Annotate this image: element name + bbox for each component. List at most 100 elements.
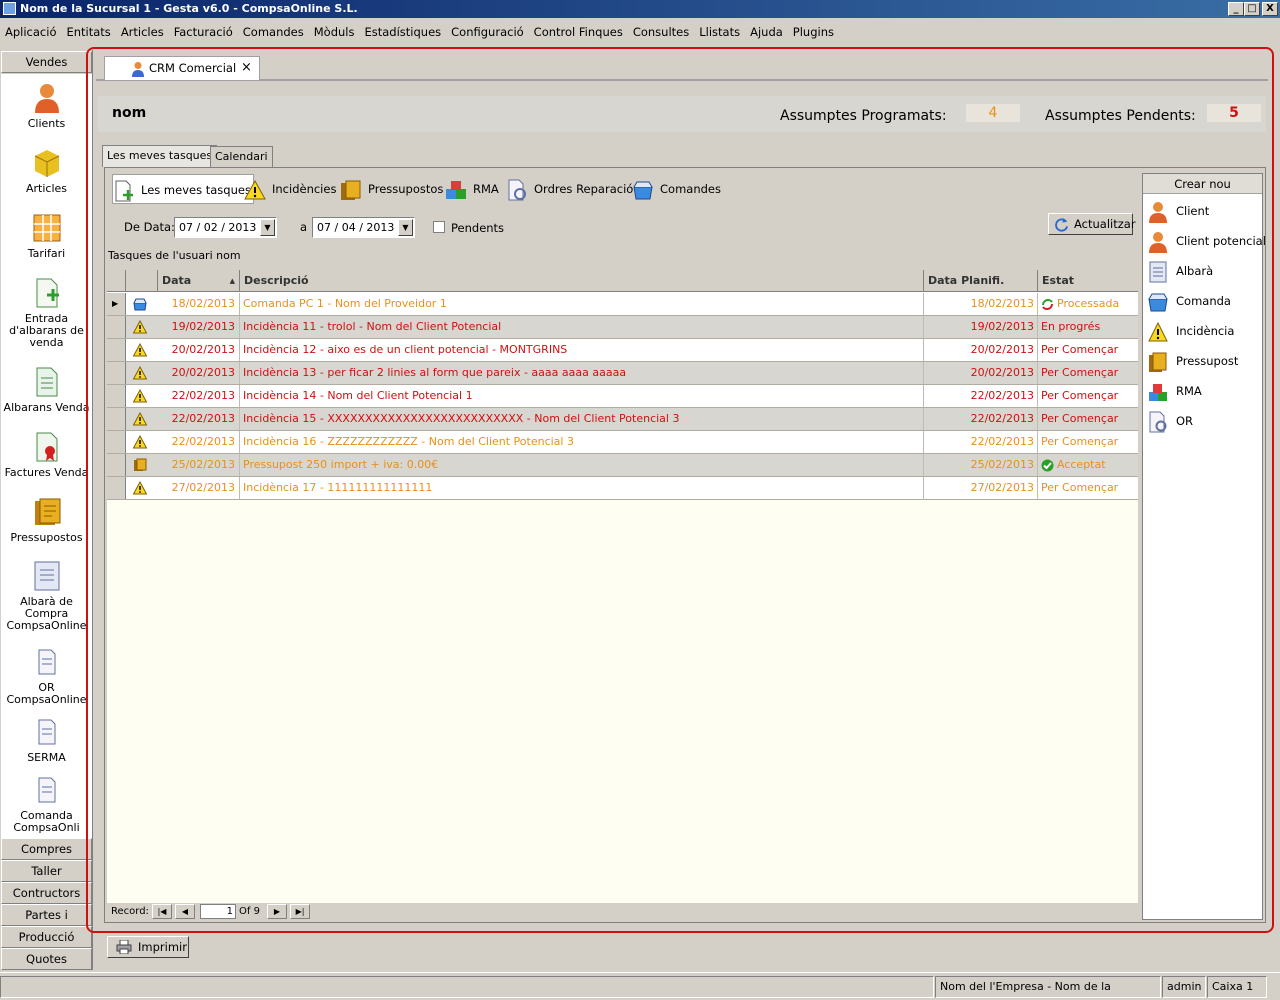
table-row[interactable]: 22/02/2013 Incidència 15 - XXXXXXXXXXXXXX… — [107, 408, 1138, 431]
section-produccio[interactable]: Producció — [1, 926, 92, 948]
row-selector[interactable] — [107, 385, 126, 407]
create-client[interactable]: Client — [1148, 199, 1209, 223]
sidebar-item-comanda[interactable]: Comanda CompsaOnli — [1, 774, 92, 834]
sidebar-item-pressupostos[interactable]: Pressupostos — [1, 496, 92, 544]
menu-control-finques[interactable]: Control Finques — [529, 19, 628, 45]
toolbar-rma[interactable]: RMA — [445, 174, 499, 204]
close-window-button[interactable]: X — [1262, 2, 1278, 16]
section-taller[interactable]: Taller — [1, 860, 92, 882]
toolbar-incidencies[interactable]: Incidències — [244, 174, 336, 204]
table-row[interactable]: 22/02/2013 Incidència 16 - ZZZZZZZZZZZZ -… — [107, 431, 1138, 454]
menu-comandes[interactable]: Comandes — [238, 19, 309, 45]
first-record-button[interactable]: |◀ — [152, 904, 172, 919]
imprimir-button[interactable]: Imprimir — [107, 936, 189, 958]
cell-date: 22/02/2013 — [158, 431, 240, 453]
row-selector[interactable] — [107, 362, 126, 384]
row-selector[interactable] — [107, 339, 126, 361]
menu-consultes[interactable]: Consultes — [628, 19, 694, 45]
header-data-planificada[interactable]: Data Planifi. — [924, 270, 1038, 292]
close-tab-icon[interactable]: × — [241, 57, 252, 79]
row-selector[interactable]: ▶ — [107, 293, 126, 315]
menu-facturacio[interactable]: Facturació — [169, 19, 238, 45]
sidebar-item-serma[interactable]: SERMA — [1, 716, 92, 764]
warning-icon — [244, 179, 266, 199]
to-date-dropdown-icon[interactable]: ▼ — [398, 219, 413, 236]
row-selector[interactable] — [107, 431, 126, 453]
create-or[interactable]: OR — [1148, 409, 1193, 433]
tab-calendari[interactable]: Calendari — [210, 146, 273, 167]
next-record-button[interactable]: ▶ — [267, 904, 287, 919]
header-data[interactable]: Data ▲ — [158, 270, 240, 292]
create-comanda[interactable]: Comanda — [1148, 289, 1231, 313]
cell-planned-date: 25/02/2013 — [924, 454, 1038, 476]
table-row[interactable]: 19/02/2013 Incidència 11 - trolol - Nom d… — [107, 316, 1138, 339]
sidebar-item-entrada-albarans[interactable]: Entrada d'albarans de venda — [1, 277, 92, 349]
prev-record-button[interactable]: ◀ — [175, 904, 195, 919]
menu-entitats[interactable]: Entitats — [61, 19, 115, 45]
from-date-dropdown-icon[interactable]: ▼ — [260, 219, 275, 236]
menu-articles[interactable]: Articles — [116, 19, 169, 45]
tab-les-meves-tasques[interactable]: Les meves tasques — [102, 145, 218, 167]
row-selector[interactable] — [107, 408, 126, 430]
menu-plugins[interactable]: Plugins — [788, 19, 839, 45]
cell-description: Incidència 13 - per ficar 2 linies al fo… — [240, 362, 924, 384]
section-compres[interactable]: Compres — [1, 838, 92, 860]
create-albara[interactable]: Albarà — [1148, 259, 1213, 283]
restore-button[interactable]: □ — [1244, 2, 1260, 16]
sidebar-item-articles[interactable]: Articles — [1, 147, 92, 195]
warning-icon — [133, 343, 147, 357]
row-selector[interactable] — [107, 477, 126, 499]
record-count: Of 9 — [239, 906, 260, 917]
record-number-input[interactable]: 1 — [200, 904, 236, 919]
table-row[interactable]: 22/02/2013 Incidència 14 - Nom del Client… — [107, 385, 1138, 408]
sidebar-item-clients[interactable]: Clients — [1, 82, 92, 130]
pendents-checkbox[interactable] — [433, 221, 445, 233]
create-rma[interactable]: RMA — [1148, 379, 1202, 403]
last-record-button[interactable]: ▶| — [290, 904, 310, 919]
section-contructors[interactable]: Contructors — [1, 882, 92, 904]
create-incidencia[interactable]: Incidència — [1148, 319, 1234, 343]
header-descripcio[interactable]: Descripció — [240, 270, 924, 292]
client-icon — [1149, 201, 1167, 223]
row-selector[interactable] — [107, 316, 126, 338]
section-quotes[interactable]: Quotes — [1, 948, 92, 970]
table-row[interactable]: 20/02/2013 Incidència 12 - aixo es de un … — [107, 339, 1138, 362]
toolbar-pressupostos[interactable]: Pressupostos — [340, 174, 443, 204]
header-estat[interactable]: Estat — [1038, 270, 1138, 292]
user-icon — [132, 62, 144, 77]
cell-description: Comanda PC 1 - Nom del Proveidor 1 — [240, 293, 924, 315]
toolbar-ordres-reparacio[interactable]: Ordres Reparació — [506, 174, 633, 204]
tab-crm-comercial[interactable]: CRM Comercial × — [104, 56, 260, 80]
table-row[interactable]: ▶ 18/02/2013 Comanda PC 1 - Nom del Provei… — [107, 293, 1138, 316]
section-vendes[interactable]: Vendes — [1, 51, 92, 73]
client-icon — [1149, 231, 1167, 253]
minimize-button[interactable]: _ — [1228, 2, 1244, 16]
menu-moduls[interactable]: Mòduls — [309, 19, 360, 45]
sidebar-item-tarifari[interactable]: Tarifari — [1, 212, 92, 260]
order-icon — [1148, 293, 1168, 311]
sidebar-item-albarans-venda[interactable]: Albarans Venda — [1, 366, 92, 414]
create-pressupost[interactable]: Pressupost — [1148, 349, 1238, 373]
sidebar-item-or[interactable]: OR CompsaOnline — [1, 646, 92, 706]
repair-icon — [508, 179, 526, 200]
table-row[interactable]: 27/02/2013 Incidència 17 - 11111111111111… — [107, 477, 1138, 500]
to-date-picker[interactable]: 07 / 04 / 2013 ▼ — [312, 217, 415, 238]
menu-configuracio[interactable]: Configuració — [446, 19, 529, 45]
tab-strip-line — [96, 79, 1268, 81]
row-selector[interactable] — [107, 454, 126, 476]
section-partes-nomines[interactable]: Partes i Nòmin.. — [1, 904, 92, 942]
cell-date: 20/02/2013 — [158, 339, 240, 361]
actualitzar-button[interactable]: Actualitzar — [1048, 213, 1136, 235]
from-date-picker[interactable]: 07 / 02 / 2013 ▼ — [174, 217, 277, 238]
table-row[interactable]: 25/02/2013 Pressupost 250 import + iva: 0… — [107, 454, 1138, 477]
menu-llistats[interactable]: Llistats — [694, 19, 745, 45]
menu-ajuda[interactable]: Ajuda — [745, 19, 788, 45]
sidebar-item-factures-venda[interactable]: Factures Venda — [1, 431, 92, 479]
sidebar-item-albara-compra[interactable]: Albarà de Compra CompsaOnline — [1, 560, 92, 632]
toolbar-tasks[interactable]: Les meves tasques — [112, 174, 254, 204]
menu-estadistiques[interactable]: Estadístiques — [359, 19, 446, 45]
menu-aplicacio[interactable]: Aplicació — [0, 19, 61, 45]
table-row[interactable]: 20/02/2013 Incidència 13 - per ficar 2 li… — [107, 362, 1138, 385]
create-client-potencial[interactable]: Client potencial — [1148, 229, 1266, 253]
toolbar-comandes[interactable]: Comandes — [632, 174, 721, 204]
